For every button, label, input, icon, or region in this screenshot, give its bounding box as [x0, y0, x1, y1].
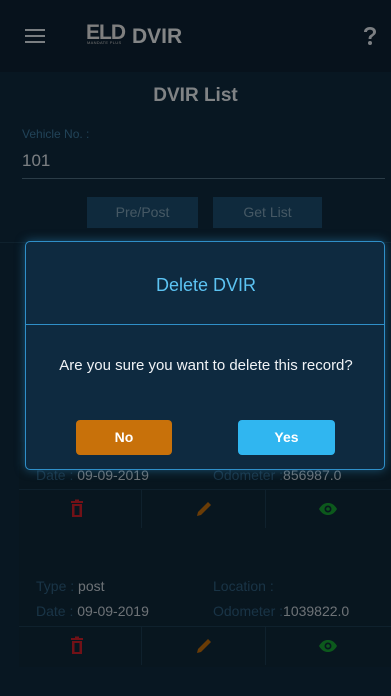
- yes-button[interactable]: Yes: [238, 420, 335, 455]
- dialog-title: Delete DVIR: [155, 275, 257, 295]
- dialog-divider: [26, 324, 384, 325]
- no-button[interactable]: No: [76, 420, 172, 455]
- dialog-message: Are you sure you want to delete this rec…: [59, 357, 353, 374]
- delete-dvir-dialog: Delete DVIR Are you sure you want to del…: [25, 241, 385, 470]
